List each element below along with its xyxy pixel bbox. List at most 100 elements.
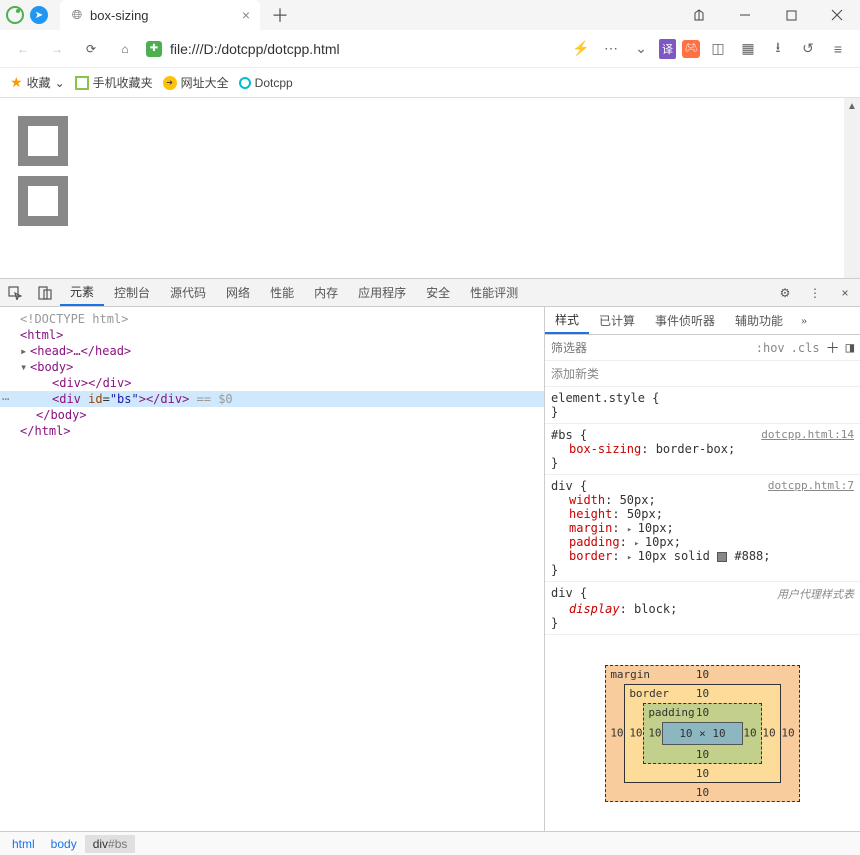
- favorites-button[interactable]: ★收藏 ⌄: [10, 74, 65, 91]
- browser-tab[interactable]: 🌐︎ box-sizing ×: [60, 0, 260, 30]
- more-icon[interactable]: ⋯: [599, 37, 623, 61]
- close-tab-icon[interactable]: ×: [242, 7, 250, 23]
- title-bar: ➤ 🌐︎ box-sizing × ＋: [0, 0, 860, 30]
- history-icon[interactable]: ↺: [796, 37, 820, 61]
- add-new-class[interactable]: 添加新类: [545, 361, 860, 387]
- globe-yellow-icon: ➜: [163, 76, 177, 90]
- devtools: 元素 控制台 源代码 网络 性能 内存 应用程序 安全 性能评测 ⚙ ⋮ × <…: [0, 278, 860, 855]
- reload-button[interactable]: ⟳: [78, 36, 104, 62]
- styles-tabs: 样式 已计算 事件侦听器 辅助功能 »: [545, 307, 860, 335]
- styles-filter-row: :hov .cls ＋ ◨: [545, 335, 860, 361]
- tab-audits[interactable]: 性能评测: [460, 279, 528, 306]
- home-button[interactable]: ⌂: [112, 36, 138, 62]
- box-model-diagram[interactable]: margin 10 10 10 10 border 10 10 10 10: [545, 635, 860, 831]
- dotcpp-bookmark[interactable]: Dotcpp: [239, 76, 293, 90]
- device-toggle-icon[interactable]: [30, 279, 60, 306]
- page-content: ▲: [0, 98, 860, 278]
- styles-panel: 样式 已计算 事件侦听器 辅助功能 » :hov .cls ＋ ◨ 添加新类 e…: [544, 307, 860, 831]
- devtools-more-icon[interactable]: ⋮: [800, 279, 830, 306]
- lightning-icon[interactable]: ⚡: [569, 37, 593, 61]
- elements-div-bs[interactable]: <div id="bs"></div> == $0: [0, 391, 544, 407]
- elements-html-close[interactable]: </html>: [0, 423, 544, 439]
- tab-memory[interactable]: 内存: [304, 279, 348, 306]
- rule-div[interactable]: div {dotcpp.html:7 width: 50px; height: …: [545, 475, 860, 582]
- styles-tab-styles[interactable]: 样式: [545, 307, 589, 334]
- favorites-label: 收藏: [27, 74, 51, 91]
- minimize-button[interactable]: [722, 0, 768, 30]
- crumb-body[interactable]: body: [43, 835, 85, 853]
- bookmarks-bar: ★收藏 ⌄ 手机收藏夹 ➜网址大全 Dotcpp: [0, 68, 860, 98]
- tab-elements[interactable]: 元素: [60, 279, 104, 306]
- box-model-content: 10 × 10: [662, 722, 742, 745]
- elements-div1[interactable]: <div></div>: [0, 375, 544, 391]
- ua-stylesheet-label: 用户代理样式表: [777, 586, 854, 602]
- rule-bs[interactable]: #bs {dotcpp.html:14 box-sizing: border-b…: [545, 424, 860, 475]
- chevron-down-icon: ⌄: [55, 76, 65, 90]
- tab-network[interactable]: 网络: [216, 279, 260, 306]
- dotcpp-label: Dotcpp: [255, 76, 293, 90]
- tab-security[interactable]: 安全: [416, 279, 460, 306]
- elements-doctype[interactable]: <!DOCTYPE html>: [0, 311, 544, 327]
- back-button[interactable]: ←: [10, 36, 36, 62]
- crumb-div-bs[interactable]: div#bs: [85, 835, 136, 853]
- elements-breadcrumb: html body div#bs: [0, 831, 860, 855]
- elements-html-open[interactable]: <html>: [0, 327, 544, 343]
- security-shield-icon[interactable]: ✚: [146, 41, 162, 57]
- translate-icon[interactable]: 译: [659, 39, 676, 59]
- vertical-scrollbar[interactable]: ▲: [844, 98, 860, 278]
- inspect-element-icon[interactable]: [0, 279, 30, 306]
- mobile-fav-label: 手机收藏夹: [93, 74, 153, 91]
- toggle-sidebar-icon[interactable]: ◨: [846, 340, 854, 356]
- wallet-icon[interactable]: ◫: [706, 37, 730, 61]
- new-style-rule-icon[interactable]: ＋: [826, 338, 840, 358]
- scroll-up-icon[interactable]: ▲: [844, 98, 860, 114]
- styles-tab-listeners[interactable]: 事件侦听器: [645, 307, 725, 334]
- mobile-fav-bookmark[interactable]: 手机收藏夹: [75, 74, 153, 91]
- maximize-button[interactable]: [768, 0, 814, 30]
- wardrobe-icon[interactable]: [676, 0, 722, 30]
- source-link[interactable]: dotcpp.html:7: [768, 479, 854, 493]
- tab-sources[interactable]: 源代码: [160, 279, 216, 306]
- hov-toggle[interactable]: :hov: [756, 341, 785, 355]
- styles-tab-a11y[interactable]: 辅助功能: [725, 307, 793, 334]
- cls-toggle[interactable]: .cls: [791, 341, 820, 355]
- devtools-close-icon[interactable]: ×: [830, 279, 860, 306]
- tab-title: box-sizing: [90, 8, 236, 23]
- download-icon[interactable]: ⭳: [766, 37, 790, 61]
- sites-bookmark[interactable]: ➜网址大全: [163, 74, 229, 91]
- url-text[interactable]: file:///D:/dotcpp/dotcpp.html: [170, 41, 561, 57]
- telegram-icon[interactable]: ➤: [30, 6, 48, 24]
- tab-performance[interactable]: 性能: [260, 279, 304, 306]
- address-bar: ← → ⟳ ⌂ ✚ file:///D:/dotcpp/dotcpp.html …: [0, 30, 860, 68]
- elements-tree[interactable]: <!DOCTYPE html> <html> ▸<head>…</head> ▾…: [0, 307, 544, 831]
- tab-application[interactable]: 应用程序: [348, 279, 416, 306]
- elements-body-open[interactable]: ▾<body>: [0, 359, 544, 375]
- styles-tab-computed[interactable]: 已计算: [589, 307, 645, 334]
- dotcpp-icon: [239, 77, 251, 89]
- tab-console[interactable]: 控制台: [104, 279, 160, 306]
- rule-ua-div[interactable]: div {用户代理样式表 display: block; }: [545, 582, 860, 635]
- source-link[interactable]: dotcpp.html:14: [761, 428, 854, 442]
- styles-more-icon[interactable]: »: [793, 307, 815, 334]
- rendered-div-1: [18, 116, 68, 166]
- new-tab-button[interactable]: ＋: [266, 1, 294, 29]
- crumb-html[interactable]: html: [4, 835, 43, 853]
- apps-grid-icon[interactable]: ▦: [736, 37, 760, 61]
- devtools-tabs: 元素 控制台 源代码 网络 性能 内存 应用程序 安全 性能评测 ⚙ ⋮ ×: [0, 279, 860, 307]
- chevron-down-icon[interactable]: ⌄: [629, 37, 653, 61]
- rule-element-style[interactable]: element.style { }: [545, 387, 860, 424]
- mobile-icon: [75, 76, 89, 90]
- menu-icon[interactable]: ≡: [826, 37, 850, 61]
- forward-button[interactable]: →: [44, 36, 70, 62]
- elements-body-close[interactable]: </body>: [0, 407, 544, 423]
- color-swatch[interactable]: [717, 552, 727, 562]
- rendered-div-bs: [18, 176, 68, 226]
- browser-app-icon: [6, 6, 24, 24]
- styles-filter-input[interactable]: [551, 338, 750, 358]
- elements-head[interactable]: ▸<head>…</head>: [0, 343, 544, 359]
- settings-gear-icon[interactable]: ⚙: [770, 279, 800, 306]
- gamepad-icon[interactable]: 🎮︎: [682, 40, 700, 58]
- star-icon: ★: [10, 74, 23, 91]
- close-window-button[interactable]: [814, 0, 860, 30]
- globe-icon: 🌐︎: [70, 8, 84, 22]
